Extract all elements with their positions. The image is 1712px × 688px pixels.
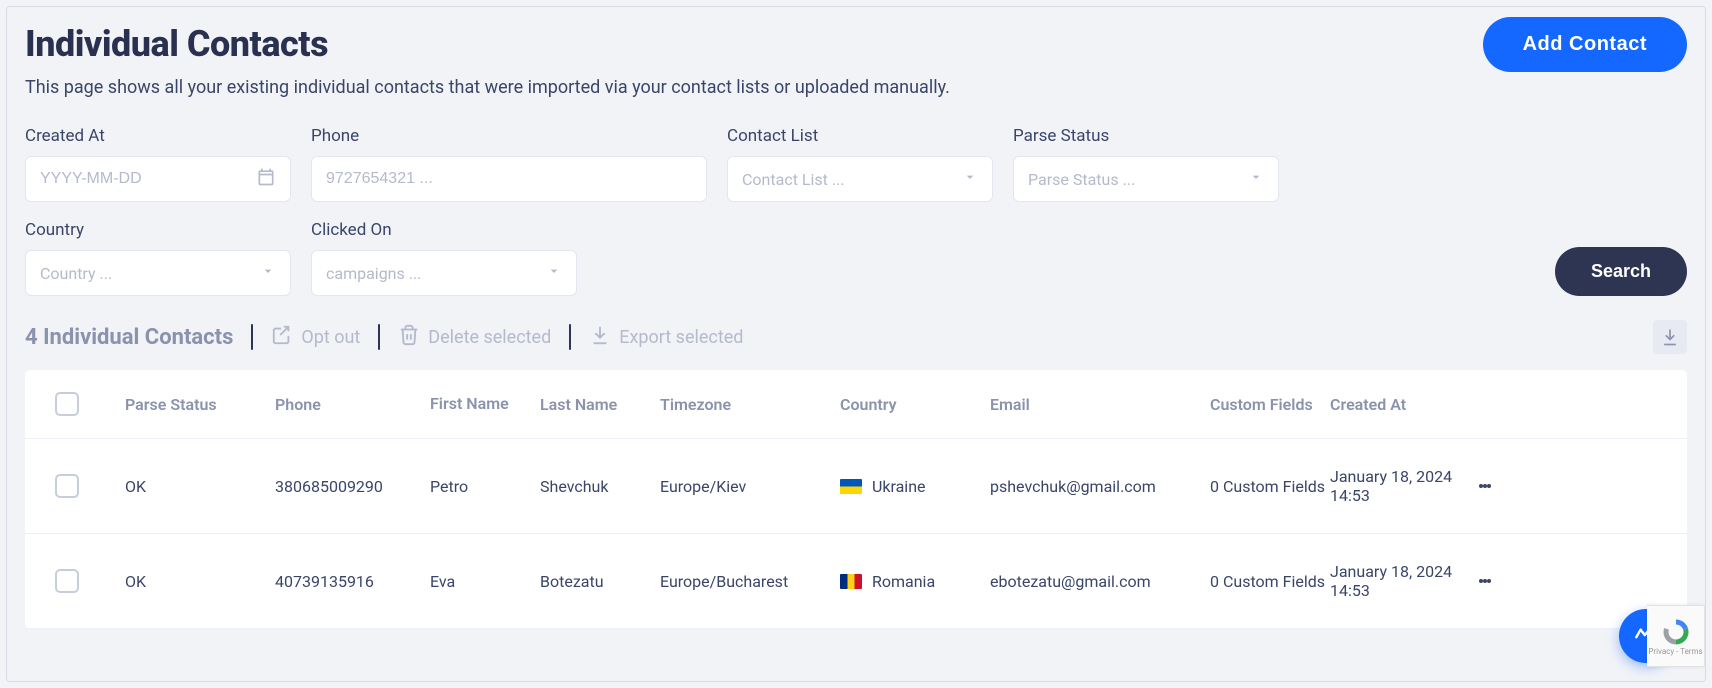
recaptcha-text: Privacy - Terms xyxy=(1648,647,1702,656)
parse-status-placeholder: Parse Status ... xyxy=(1028,170,1135,189)
row-actions-menu[interactable] xyxy=(1465,482,1505,490)
download-button[interactable] xyxy=(1653,320,1687,354)
phone-field[interactable] xyxy=(326,170,692,188)
th-created-at: Created At xyxy=(1330,395,1465,414)
cell-timezone: Europe/Kiev xyxy=(660,477,840,496)
filter-label-phone: Phone xyxy=(311,126,707,146)
cell-email: ebotezatu@gmail.com xyxy=(990,572,1210,591)
created-at-input[interactable] xyxy=(25,156,291,202)
cell-last-name: Shevchuk xyxy=(540,477,660,496)
cell-phone: 380685009290 xyxy=(275,477,430,496)
add-contact-button[interactable]: Add Contact xyxy=(1483,17,1687,72)
page-title: Individual Contacts xyxy=(25,23,950,65)
results-count: 4 Individual Contacts xyxy=(25,325,233,350)
th-country: Country xyxy=(840,395,990,414)
table-row: OK 380685009290 Petro Shevchuk Europe/Ki… xyxy=(25,439,1687,534)
clicked-on-placeholder: campaigns ... xyxy=(326,264,421,283)
table-header-row: Parse Status Phone First Name Last Name … xyxy=(25,370,1687,439)
cell-first-name: Petro xyxy=(430,477,540,496)
cell-first-name: Eva xyxy=(430,572,540,591)
separator xyxy=(569,324,571,350)
filter-label-parse-status: Parse Status xyxy=(1013,126,1279,146)
row-checkbox[interactable] xyxy=(55,474,79,498)
created-at-field[interactable] xyxy=(40,170,246,188)
download-icon xyxy=(589,324,611,351)
cell-custom-fields: 0 Custom Fields xyxy=(1210,572,1330,591)
th-first-name: First Name xyxy=(430,394,540,413)
cell-created-at: January 18, 2024 14:53 xyxy=(1330,562,1465,600)
flag-icon xyxy=(840,479,862,494)
th-timezone: Timezone xyxy=(660,395,840,414)
cell-last-name: Botezatu xyxy=(540,572,660,591)
filter-label-clicked-on: Clicked On xyxy=(311,220,577,240)
filter-label-contact-list: Contact List xyxy=(727,126,993,146)
cell-timezone: Europe/Bucharest xyxy=(660,572,840,591)
cell-email: pshevchuk@gmail.com xyxy=(990,477,1210,496)
export-selected-label: Export selected xyxy=(619,327,743,348)
country-placeholder: Country ... xyxy=(40,264,112,283)
th-email: Email xyxy=(990,395,1210,414)
export-selected-button[interactable]: Export selected xyxy=(589,324,743,351)
contacts-table: Parse Status Phone First Name Last Name … xyxy=(25,370,1687,629)
opt-out-button[interactable]: Opt out xyxy=(271,324,360,351)
contact-list-placeholder: Contact List ... xyxy=(742,170,845,189)
delete-selected-label: Delete selected xyxy=(428,327,551,348)
parse-status-select[interactable]: Parse Status ... xyxy=(1013,156,1279,202)
delete-selected-button[interactable]: Delete selected xyxy=(398,324,551,351)
cell-country: Romania xyxy=(840,572,990,591)
separator xyxy=(251,324,253,350)
cell-country: Ukraine xyxy=(840,477,990,496)
chevron-down-icon xyxy=(962,169,978,189)
cell-parse-status: OK xyxy=(125,572,275,591)
chevron-down-icon xyxy=(546,263,562,283)
row-actions-menu[interactable] xyxy=(1465,577,1505,585)
search-button[interactable]: Search xyxy=(1555,247,1687,296)
table-row: OK 40739135916 Eva Botezatu Europe/Bucha… xyxy=(25,534,1687,629)
cell-custom-fields: 0 Custom Fields xyxy=(1210,477,1330,496)
th-parse-status: Parse Status xyxy=(125,395,275,414)
cell-phone: 40739135916 xyxy=(275,572,430,591)
opt-out-icon xyxy=(271,324,293,351)
trash-icon xyxy=(398,324,420,351)
row-checkbox[interactable] xyxy=(55,569,79,593)
th-last-name: Last Name xyxy=(540,395,660,414)
th-phone: Phone xyxy=(275,395,430,414)
page-subtitle: This page shows all your existing indivi… xyxy=(25,77,950,98)
filter-label-created-at: Created At xyxy=(25,126,291,146)
flag-icon xyxy=(840,574,862,589)
clicked-on-select[interactable]: campaigns ... xyxy=(311,250,577,296)
recaptcha-badge: Privacy - Terms xyxy=(1647,605,1705,667)
cell-created-at: January 18, 2024 14:53 xyxy=(1330,467,1465,505)
country-select[interactable]: Country ... xyxy=(25,250,291,296)
contact-list-select[interactable]: Contact List ... xyxy=(727,156,993,202)
chevron-down-icon xyxy=(260,263,276,283)
phone-input[interactable] xyxy=(311,156,707,202)
calendar-icon xyxy=(256,167,276,191)
cell-parse-status: OK xyxy=(125,477,275,496)
th-custom-fields: Custom Fields xyxy=(1210,395,1330,414)
chevron-down-icon xyxy=(1248,169,1264,189)
opt-out-label: Opt out xyxy=(301,327,360,348)
filter-label-country: Country xyxy=(25,220,291,240)
separator xyxy=(378,324,380,350)
select-all-checkbox[interactable] xyxy=(55,392,79,416)
